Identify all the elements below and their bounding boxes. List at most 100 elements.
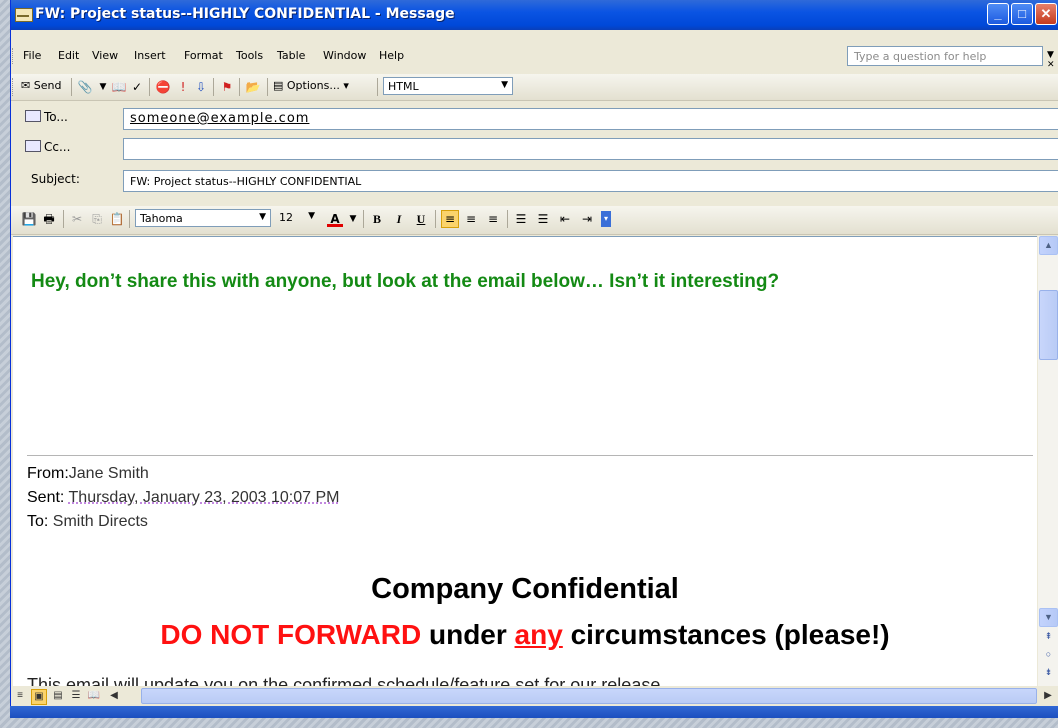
envelope-icon: [15, 8, 33, 22]
send-icon: ✉: [21, 79, 34, 92]
scroll-right-button[interactable]: ▶: [1041, 689, 1055, 703]
toolbar-grip[interactable]: [12, 78, 16, 96]
increase-indent-icon[interactable]: ⇥: [579, 211, 595, 227]
menu-window[interactable]: Window: [323, 49, 366, 62]
menu-file[interactable]: File: [23, 49, 41, 62]
title-bar[interactable]: FW: Project status--HIGHLY CONFIDENTIAL …: [11, 0, 1058, 30]
folder-icon[interactable]: 📂: [245, 79, 261, 95]
to-field[interactable]: someone@example.com: [123, 108, 1058, 130]
to-button[interactable]: To...: [25, 110, 117, 132]
warning-any: any: [514, 619, 563, 650]
attach-dropdown-icon[interactable]: ▼: [95, 79, 111, 95]
menu-help[interactable]: Help: [379, 49, 404, 62]
align-right-icon[interactable]: ≡: [485, 211, 501, 227]
align-center-icon[interactable]: ≡: [463, 211, 479, 227]
font-color-icon[interactable]: A: [327, 211, 343, 227]
divider: [27, 455, 1033, 456]
menu-edit[interactable]: Edit: [58, 49, 79, 62]
send-button[interactable]: ✉ Send: [21, 79, 61, 92]
message-header: To... someone@example.com Cc... Subject:…: [11, 104, 1058, 200]
intro-text: Hey, don’t share this with anyone, but l…: [31, 271, 780, 292]
toolbar-grip[interactable]: [12, 48, 16, 64]
menu-table[interactable]: Table: [277, 49, 305, 62]
window-title: FW: Project status--HIGHLY CONFIDENTIAL …: [35, 6, 455, 22]
separator: [435, 210, 436, 228]
taskbar-strip: [10, 706, 1058, 718]
copy-icon[interactable]: ⎘: [89, 211, 105, 227]
menu-insert[interactable]: Insert: [134, 49, 166, 62]
scrollbar-thumb[interactable]: [1039, 290, 1058, 360]
horizontal-scrollbar-thumb[interactable]: [141, 688, 1037, 704]
message-format-select[interactable]: HTML ▼: [383, 77, 513, 95]
scroll-down-button[interactable]: ▼: [1039, 608, 1058, 627]
previous-page-icon[interactable]: ⇞: [1039, 628, 1058, 647]
vertical-scrollbar[interactable]: ▲ ▼ ⇞ ○ ⇟: [1038, 236, 1058, 686]
scroll-left-button[interactable]: ◀: [107, 689, 121, 703]
font-select[interactable]: Tahoma ▼: [135, 209, 271, 227]
print-icon[interactable]: 🖶: [41, 211, 57, 227]
permission-icon[interactable]: ⛔: [155, 79, 171, 95]
numbered-list-icon[interactable]: ☰: [513, 211, 529, 227]
bullet-list-icon[interactable]: ☰: [535, 211, 551, 227]
separator: [239, 78, 240, 96]
reading-layout-icon[interactable]: 📖: [87, 689, 101, 703]
address-book-icon[interactable]: 📖: [111, 79, 127, 95]
save-icon[interactable]: 💾: [21, 211, 37, 227]
address-book-icon: [25, 110, 41, 122]
close-button[interactable]: ✕: [1035, 3, 1057, 25]
options-icon: ▤: [273, 79, 287, 92]
minimize-button[interactable]: _: [987, 3, 1009, 25]
message-body[interactable]: Hey, don’t share this with anyone, but l…: [13, 236, 1037, 687]
warning-red-text: DO NOT FORWARD: [160, 619, 422, 650]
italic-button[interactable]: I: [391, 211, 407, 227]
from-label: From:: [27, 465, 69, 482]
separator: [507, 210, 508, 228]
browse-object-icon[interactable]: ○: [1039, 646, 1058, 665]
help-dropdown-icon[interactable]: ▼ ✕: [1047, 50, 1058, 70]
separator: [63, 210, 64, 228]
subject-field[interactable]: FW: Project status--HIGHLY CONFIDENTIAL: [123, 170, 1058, 192]
separator: [213, 78, 214, 96]
cut-icon[interactable]: ✂: [69, 211, 85, 227]
high-importance-icon[interactable]: !: [175, 79, 191, 95]
to-line: To: Smith Directs: [27, 513, 148, 531]
confidential-heading: Company Confidential: [371, 573, 679, 605]
cc-button[interactable]: Cc...: [25, 140, 117, 162]
font-color-dropdown-icon[interactable]: ▼: [345, 211, 361, 227]
flag-icon[interactable]: ⚑: [219, 79, 235, 95]
normal-view-icon[interactable]: ≡: [13, 689, 27, 703]
underline-button[interactable]: U: [413, 211, 429, 227]
separator: [71, 78, 72, 96]
align-left-icon[interactable]: ≡: [441, 210, 459, 228]
message-window: FW: Project status--HIGHLY CONFIDENTIAL …: [10, 0, 1058, 718]
maximize-button[interactable]: □: [1011, 3, 1033, 25]
options-button[interactable]: ▤ Options... ▾: [273, 79, 349, 92]
print-layout-icon[interactable]: ▤: [51, 689, 65, 703]
scroll-up-button[interactable]: ▲: [1039, 236, 1058, 255]
check-names-icon[interactable]: ✓: [129, 79, 145, 95]
next-page-icon[interactable]: ⇟: [1039, 664, 1058, 683]
decrease-indent-icon[interactable]: ⇤: [557, 211, 573, 227]
address-book-icon: [25, 140, 41, 152]
outline-view-icon[interactable]: ☰: [69, 689, 83, 703]
separator: [267, 78, 268, 96]
bold-button[interactable]: B: [369, 211, 385, 227]
menu-bar: File Edit View Insert Format Tools Table…: [11, 44, 1058, 70]
to-value: Smith Directs: [52, 513, 148, 530]
low-importance-icon[interactable]: ⇩: [193, 79, 209, 95]
paste-icon[interactable]: 📋: [109, 211, 125, 227]
web-layout-icon[interactable]: ▣: [31, 689, 47, 705]
menu-tools[interactable]: Tools: [236, 49, 263, 62]
toolbar-options-icon[interactable]: ▾: [601, 211, 611, 227]
horizontal-scrollbar[interactable]: [141, 688, 1037, 704]
sent-label: Sent:: [27, 489, 65, 506]
separator: [149, 78, 150, 96]
help-search-input[interactable]: Type a question for help: [847, 46, 1043, 66]
subject-label: Subject:: [31, 172, 80, 186]
sent-line: Sent: Thursday, January 23, 2003 10:07 P…: [27, 489, 340, 507]
menu-view[interactable]: View: [92, 49, 118, 62]
cc-field[interactable]: [123, 138, 1058, 160]
menu-format[interactable]: Format: [184, 49, 223, 62]
font-size-select[interactable]: 12 ▼: [275, 209, 319, 227]
attach-icon[interactable]: 📎: [77, 79, 93, 95]
